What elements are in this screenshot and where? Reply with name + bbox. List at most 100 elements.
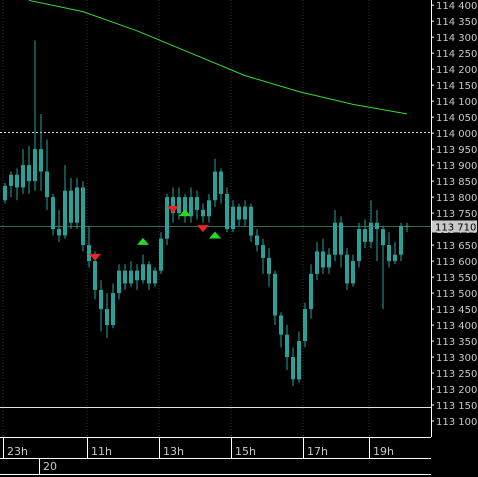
candle-body [105,309,109,326]
time-label: 13h [163,445,184,458]
candle-body [399,225,403,255]
candle-body [165,197,169,239]
candle-body [255,235,259,246]
candle-body [39,149,43,172]
candle-body [201,209,205,217]
candle-body [3,185,7,201]
y-tick-label: 114 250 [436,49,477,60]
time-label: 15h [235,445,256,458]
candle-body [99,289,103,310]
candle [81,181,85,252]
candle-body [339,222,343,255]
candle-body [111,293,115,326]
candle-body [69,190,73,223]
candle-body [195,197,199,210]
candle-body [141,264,145,281]
candle-body [117,270,121,294]
candle-body [333,222,337,255]
y-tick-label: 113 750 [436,209,477,220]
y-tick-label: 113 800 [436,193,477,204]
candle [165,193,169,246]
y-tick-label: 114 200 [436,65,477,76]
y-tick-label: 113 100 [436,417,477,428]
candle [225,187,229,233]
candle-body [225,193,229,230]
candle-body [231,206,235,230]
y-tick-label: 113 450 [436,305,477,316]
candlestick-chart: 114 400 114 350 114 300 114 250 114 200 114 1… [0,0,478,477]
candle-body [219,171,223,194]
candle-body [345,254,349,284]
candle-body [147,264,151,284]
y-tick-label: 113 500 [436,289,477,300]
candle-body [375,222,379,230]
time-label: 23h [7,445,28,458]
candle-body [261,245,265,258]
candle-body [381,229,385,246]
candle-body [81,187,85,246]
candle-body [27,165,31,182]
y-tick-label: 113 600 [436,257,477,268]
y-tick-label: 113 650 [436,241,477,252]
candle-body [315,251,319,274]
candle-body [369,222,373,242]
grid [0,0,478,477]
y-tick-label: 114 350 [436,17,477,28]
y-tick-label: 113 850 [436,177,477,188]
candle-body [249,206,253,236]
y-tick-label: 114 300 [436,33,477,44]
chart-background [0,0,478,477]
candle-body [285,334,289,358]
candle-body [387,245,391,262]
candle-body [363,229,367,242]
time-label: 11h [91,445,112,458]
candle-body [123,270,127,284]
candle [303,302,307,348]
candle-body [393,254,397,262]
candle-body [207,200,211,217]
candle-body [51,197,55,230]
candle-body [87,245,91,262]
candle-body [63,190,67,236]
candle-body [321,251,325,268]
candle-body [135,270,139,281]
y-tick-label: 113 200 [436,385,477,396]
y-tick-label: 113 300 [436,353,477,364]
candle-body [279,315,283,335]
y-tick-label: 113 350 [436,337,477,348]
y-tick-label: 113 150 [436,401,477,412]
candle-body [159,238,163,271]
candle-body [189,197,193,217]
candle-body [291,357,295,380]
time-label: 17h [307,445,328,458]
candle-body [177,197,181,214]
candle-body [153,270,157,284]
y-tick-label: 114 050 [436,113,477,124]
y-tick-label: 114 100 [436,97,477,108]
candle-body [327,254,331,268]
candle-body [21,165,25,188]
y-tick-label: 114 150 [436,81,477,92]
candle-body [213,171,217,201]
candle-body [237,206,241,220]
y-tick-label: 113 250 [436,369,477,380]
y-tick-label: 113 550 [436,273,477,284]
candle [357,222,361,268]
candle-body [9,174,13,186]
candle-body [351,261,355,284]
candle-body [93,261,97,290]
y-tick-label: 113 950 [436,145,477,156]
candle-body [33,149,37,182]
y-tick-label: 114 400 [436,1,477,12]
candle-body [15,174,19,188]
candle-body [273,273,277,316]
current-price-label: 113 710 [435,223,476,234]
candle-body [405,225,409,227]
candle-body [309,273,313,310]
candle-body [129,270,133,284]
candle-body [267,257,271,274]
candle-body [75,187,79,223]
y-tick-label: 114 000 [436,129,477,140]
candle-body [303,309,307,342]
date-label: 20 [43,460,57,473]
